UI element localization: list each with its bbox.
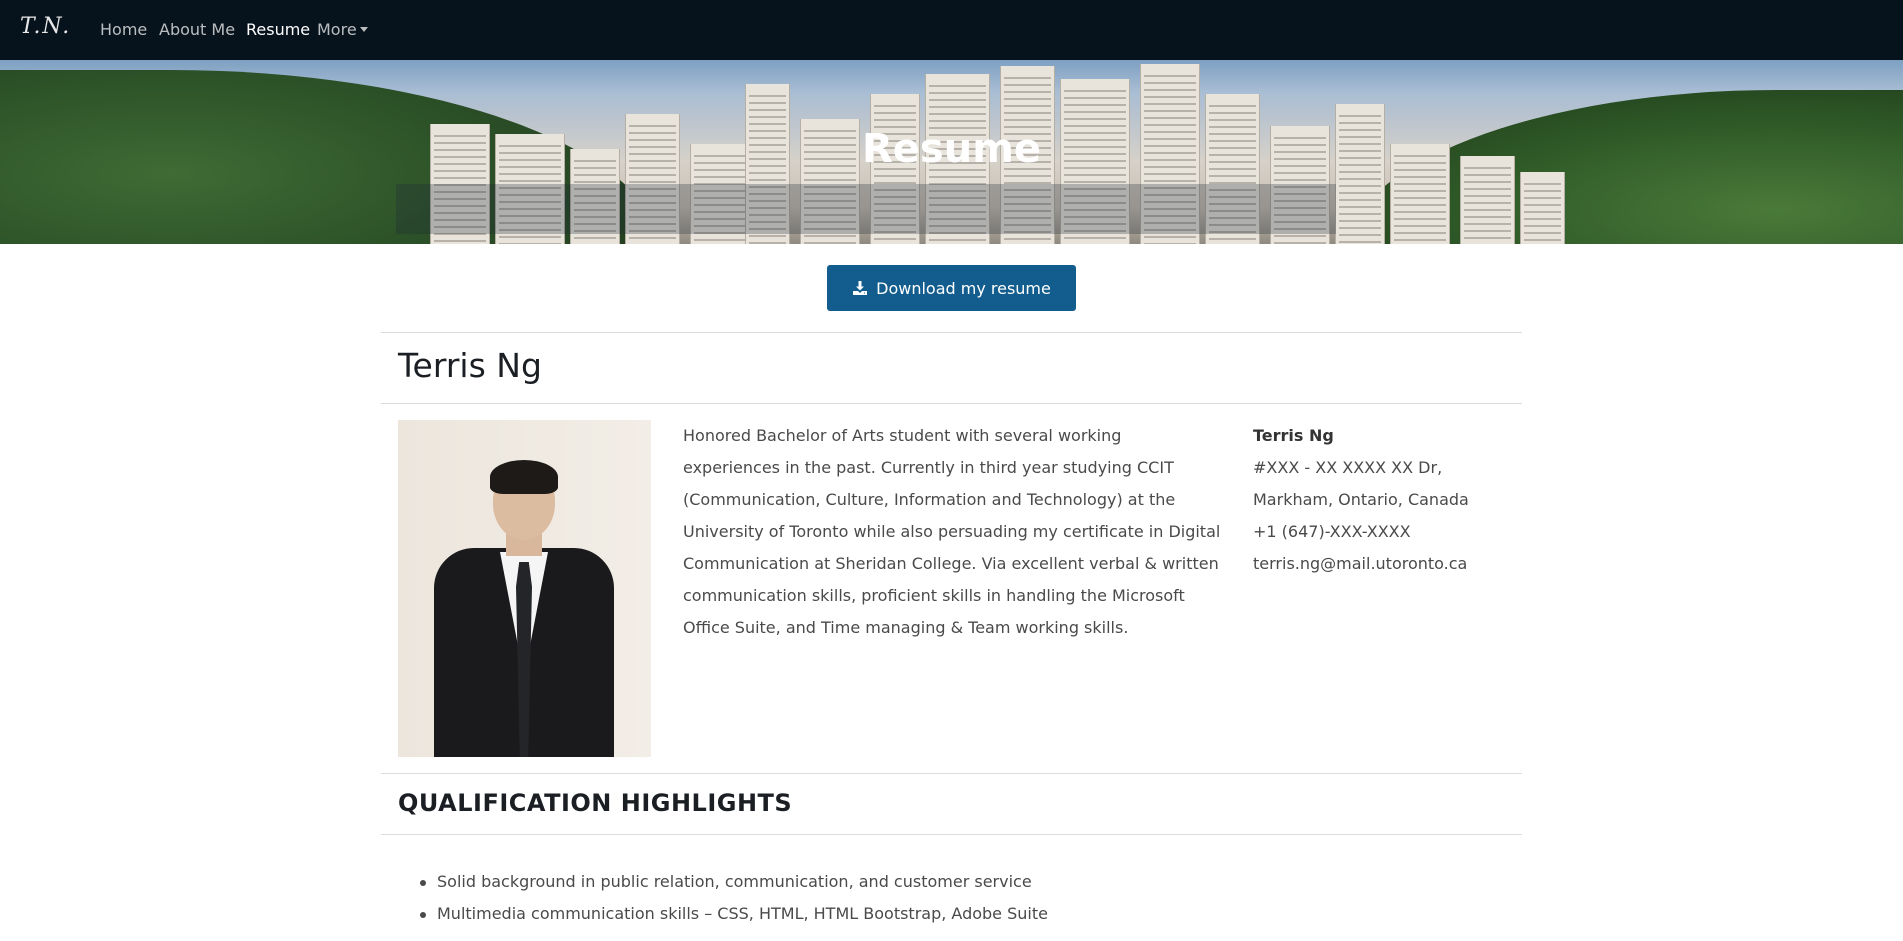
download-icon xyxy=(853,281,868,295)
profile-name-heading: Terris Ng xyxy=(398,346,542,385)
nav-resume-link[interactable]: Resume xyxy=(246,20,310,39)
contact-email[interactable]: terris.ng@mail.utoronto.ca xyxy=(1253,548,1513,580)
contact-address-line2: Markham, Ontario, Canada xyxy=(1253,490,1469,509)
photo-hair xyxy=(490,460,558,494)
page-title: Resume xyxy=(861,126,1042,172)
hero-building xyxy=(1520,172,1565,244)
divider xyxy=(381,773,1522,774)
nav-more-dropdown[interactable]: More xyxy=(317,20,368,39)
nav-home-link[interactable]: Home xyxy=(100,20,147,39)
brand-logo[interactable]: T.N. xyxy=(20,14,71,39)
profile-photo xyxy=(398,420,651,757)
nav-more-label: More xyxy=(317,20,357,39)
divider xyxy=(381,834,1522,835)
qualifications-list: Solid background in public relation, com… xyxy=(420,866,1497,930)
profile-bio: Honored Bachelor of Arts student with se… xyxy=(683,426,1221,637)
download-resume-button[interactable]: Download my resume xyxy=(827,265,1076,311)
list-item: Multimedia communication skills – CSS, H… xyxy=(420,898,1497,930)
contact-name: Terris Ng xyxy=(1253,426,1334,445)
contact-address-line1: #XXX - XX XXXX XX Dr, xyxy=(1253,458,1443,477)
nav-about-link[interactable]: About Me xyxy=(159,20,235,39)
contact-info: Terris Ng #XXX - XX XXXX XX Dr, Markham,… xyxy=(1253,420,1513,580)
divider xyxy=(381,403,1522,404)
hero-title-band xyxy=(396,184,1336,234)
contact-phone: +1 (647)-XXX-XXXX xyxy=(1253,522,1411,541)
top-navbar: T.N. Home About Me Resume More xyxy=(0,0,1903,60)
download-resume-label: Download my resume xyxy=(876,278,1051,298)
caret-down-icon xyxy=(359,27,368,32)
list-item: Solid background in public relation, com… xyxy=(420,866,1497,898)
qualifications-heading: QUALIFICATION HIGHLIGHTS xyxy=(398,789,793,817)
divider xyxy=(381,332,1522,333)
